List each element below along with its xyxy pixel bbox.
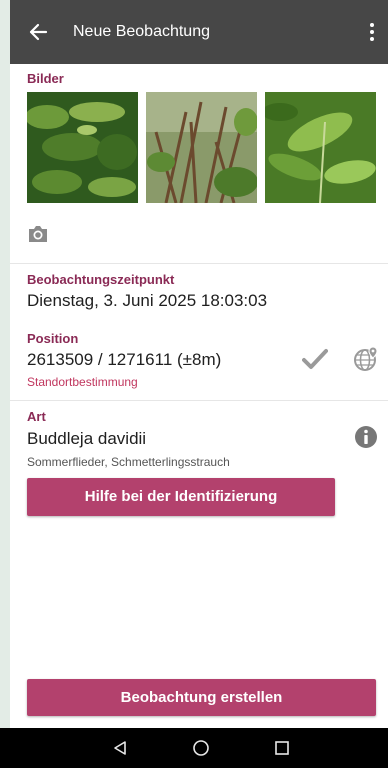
photo-thumbnail[interactable] xyxy=(27,92,138,203)
nav-home-circle-icon[interactable] xyxy=(192,739,210,757)
species-common-names: Sommerflieder, Schmetterlingsstrauch xyxy=(27,455,230,469)
photo-thumbnail[interactable] xyxy=(265,92,376,203)
images-section-label: Bilder xyxy=(27,71,64,86)
divider xyxy=(10,400,388,401)
create-observation-button[interactable]: Beobachtung erstellen xyxy=(27,679,376,716)
globe-location-icon[interactable] xyxy=(353,346,379,372)
divider xyxy=(10,263,388,264)
position-label: Position xyxy=(27,331,79,346)
position-value[interactable]: 2613509 / 1271611 (±8m) xyxy=(27,350,221,370)
camera-icon[interactable] xyxy=(27,225,49,243)
species-label: Art xyxy=(27,409,46,424)
more-vertical-icon[interactable] xyxy=(368,22,376,42)
info-icon[interactable] xyxy=(354,425,378,449)
arrow-left-icon[interactable] xyxy=(28,22,48,42)
observation-time-label: Beobachtungszeitpunkt xyxy=(27,272,175,287)
app-bar: Neue Beobachtung xyxy=(10,0,388,64)
location-determination-link[interactable]: Standortbestimmung xyxy=(27,375,138,389)
checkmark-icon[interactable] xyxy=(302,348,328,370)
page-title: Neue Beobachtung xyxy=(73,23,210,40)
app-screen: Neue Beobachtung Bilder Beobachtungszeit… xyxy=(10,0,388,768)
nav-back-triangle-icon[interactable] xyxy=(112,740,128,756)
species-scientific-name[interactable]: Buddleja davidii xyxy=(27,429,146,449)
identification-help-button[interactable]: Hilfe bei der Identifizierung xyxy=(27,478,335,516)
system-navigation-bar xyxy=(0,728,388,768)
photo-thumbnail[interactable] xyxy=(146,92,257,203)
observation-time-value[interactable]: Dienstag, 3. Juni 2025 18:03:03 xyxy=(27,291,267,311)
nav-recents-square-icon[interactable] xyxy=(274,740,290,756)
